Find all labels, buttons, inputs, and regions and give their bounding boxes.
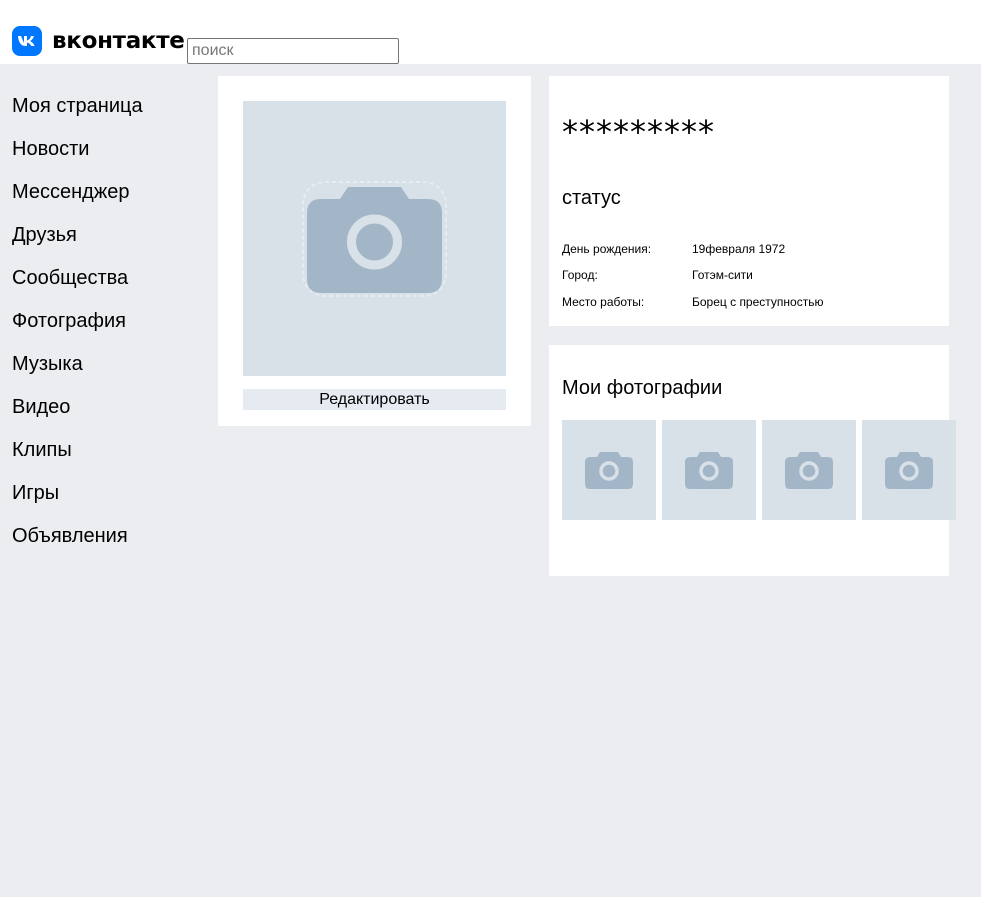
photo-thumbnail[interactable]: [562, 420, 656, 520]
profile-info-card: ********* статус День рождения: 19феврал…: [549, 76, 949, 326]
photo-thumbnail[interactable]: [662, 420, 756, 520]
sidebar-item-classifieds[interactable]: Объявления: [12, 515, 143, 558]
avatar[interactable]: [243, 101, 506, 376]
camera-icon: [885, 452, 933, 489]
profile-name: *********: [562, 113, 715, 151]
sidebar-item-games[interactable]: Игры: [12, 472, 143, 515]
photos-card: Мои фотографии: [549, 345, 956, 576]
sidebar-item-video[interactable]: Видео: [12, 386, 143, 429]
camera-icon: [302, 181, 447, 297]
sidebar-item-communities[interactable]: Сообщества: [12, 257, 143, 300]
sidebar-nav: Моя страница Новости Мессенджер Друзья С…: [12, 85, 143, 558]
photo-thumbnail[interactable]: [862, 420, 956, 520]
info-label: День рождения:: [562, 242, 652, 256]
info-value: Готэм-сити: [692, 268, 753, 282]
photos-title[interactable]: Мои фотографии: [562, 376, 722, 400]
sidebar-item-music[interactable]: Музыка: [12, 343, 143, 386]
info-value: 19февраля 1972: [692, 242, 786, 256]
sidebar-item-friends[interactable]: Друзья: [12, 214, 143, 257]
profile-status[interactable]: статус: [562, 186, 621, 210]
camera-icon: [785, 452, 833, 489]
sidebar-item-my-page[interactable]: Моя страница: [12, 85, 143, 128]
logo-text[interactable]: вконтакте: [52, 26, 185, 56]
top-header: вконтакте: [0, 0, 981, 64]
sidebar-item-messenger[interactable]: Мессенджер: [12, 171, 143, 214]
info-label: Город:: [562, 268, 598, 282]
info-value: Борец с преступностью: [692, 295, 824, 309]
vk-logo-icon[interactable]: [12, 26, 42, 56]
info-label: Место работы:: [562, 295, 645, 309]
photo-thumbnail[interactable]: [762, 420, 856, 520]
camera-icon: [585, 452, 633, 489]
sidebar-item-clips[interactable]: Клипы: [12, 429, 143, 472]
sidebar-item-news[interactable]: Новости: [12, 128, 143, 171]
camera-icon: [685, 452, 733, 489]
search-input[interactable]: [187, 38, 399, 64]
edit-profile-button[interactable]: Редактировать: [243, 389, 506, 410]
avatar-card: Редактировать: [218, 76, 531, 426]
sidebar-item-photos[interactable]: Фотография: [12, 300, 143, 343]
